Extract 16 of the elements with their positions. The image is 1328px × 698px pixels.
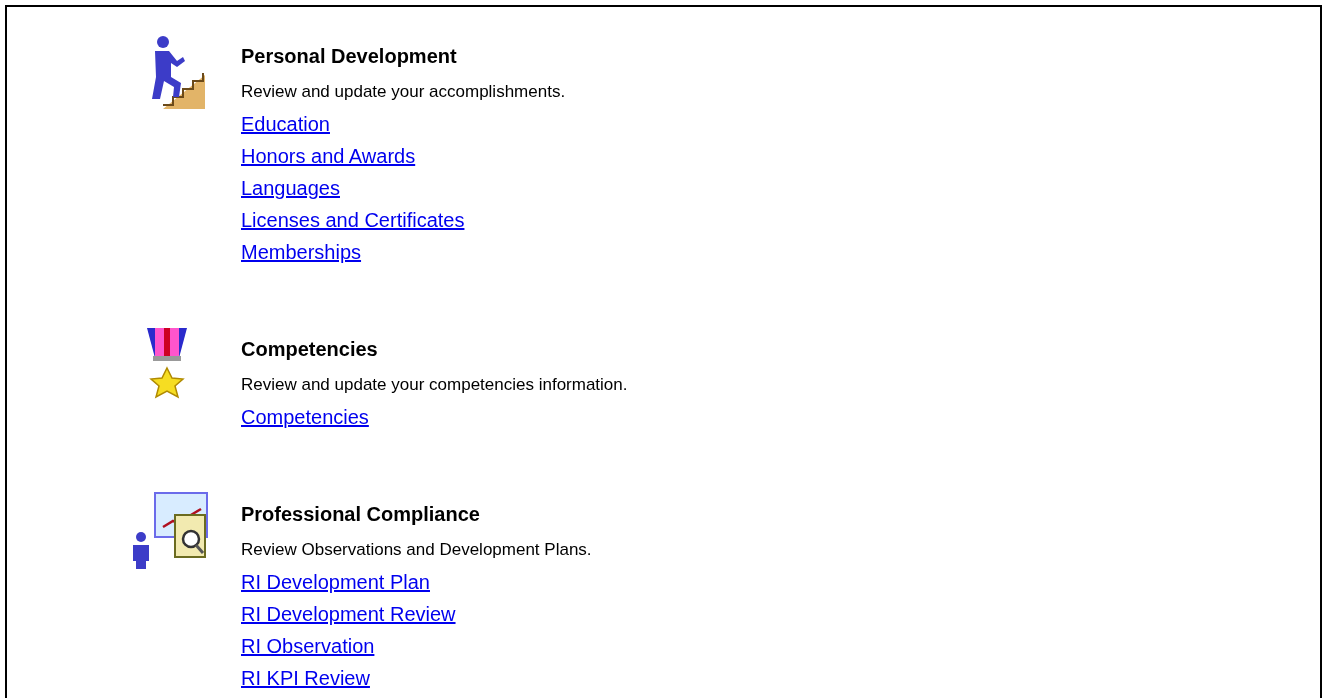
section-title: Professional Compliance — [241, 502, 481, 526]
section-link[interactable]: RI KPI Review — [241, 662, 370, 694]
section-description: Review and update your accomplishments. — [241, 81, 567, 103]
section-title: Competencies — [241, 337, 379, 361]
section-link[interactable]: RI Development Review — [241, 598, 456, 630]
section-title: Personal Development — [241, 44, 458, 68]
section-description: Review and update your competencies information. — [241, 374, 629, 396]
section-link[interactable]: Honors and Awards — [241, 140, 416, 172]
section-link[interactable]: Licenses and Certificates — [241, 204, 465, 236]
section-link[interactable]: Memberships — [241, 236, 362, 268]
section-link[interactable]: Languages — [241, 172, 340, 204]
section-link[interactable]: Competencies — [241, 401, 369, 433]
section-link[interactable]: RI Observation — [241, 630, 375, 662]
section-link[interactable]: RI Development Plan — [241, 566, 430, 598]
section-link[interactable]: Education — [241, 108, 330, 140]
section-description: Review Observations and Development Plans. — [241, 539, 593, 561]
